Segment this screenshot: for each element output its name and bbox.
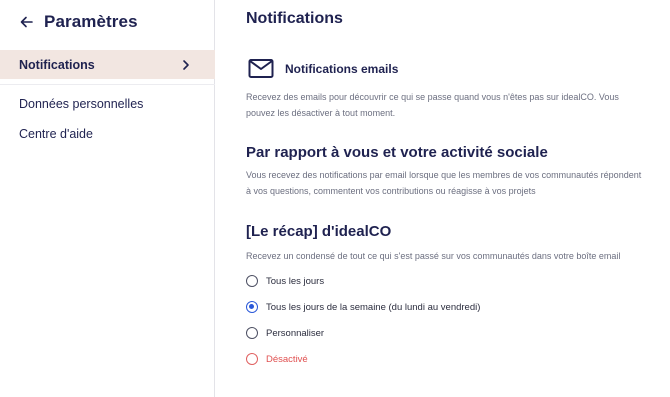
- email-notifications-header: Notifications emails: [248, 58, 398, 80]
- radio-label: Personnaliser: [266, 327, 325, 339]
- sidebar-item-notifications[interactable]: Notifications: [0, 50, 215, 79]
- page-title: Notifications: [246, 10, 343, 27]
- back-arrow-icon[interactable]: [20, 15, 34, 29]
- radio-label: Tous les jours: [266, 275, 325, 287]
- sidebar-title: Paramètres: [44, 12, 138, 31]
- settings-sidebar: Paramètres Notifications Données personn…: [0, 0, 215, 397]
- social-activity-title: Par rapport à vous et votre activité soc…: [246, 144, 548, 161]
- envelope-icon: [248, 58, 275, 80]
- radio-option-daily[interactable]: Tous les jours: [246, 275, 324, 287]
- radio-option-custom[interactable]: Personnaliser: [246, 327, 324, 339]
- radio-button[interactable]: [246, 275, 258, 287]
- email-notifications-description: Recevez des emails pour découvrir ce qui…: [246, 92, 619, 118]
- sidebar-header: Paramètres: [20, 11, 138, 33]
- radio-button[interactable]: [246, 353, 258, 365]
- recap-title: [Le récap] d'idealCO: [246, 223, 392, 240]
- social-activity-description: Vous recevez des notifications par email…: [246, 170, 642, 196]
- radio-label: Désactivé: [266, 353, 308, 365]
- radio-label: Tous les jours de la semaine (du lundi a…: [266, 301, 481, 313]
- sidebar-item-label: Notifications: [19, 57, 95, 72]
- radio-button[interactable]: [246, 327, 258, 339]
- sidebar-item-personal-data[interactable]: Données personnelles: [19, 97, 143, 111]
- recap-description: Recevez un condensé de tout ce qui s'est…: [246, 251, 621, 261]
- radio-button-selected[interactable]: [246, 301, 258, 313]
- sidebar-divider: [0, 84, 215, 85]
- sidebar-item-help-center[interactable]: Centre d'aide: [19, 127, 93, 141]
- email-notifications-label: Notifications emails: [285, 62, 399, 76]
- radio-option-weekdays[interactable]: Tous les jours de la semaine (du lundi a…: [246, 301, 480, 313]
- radio-option-disabled[interactable]: Désactivé: [246, 353, 308, 365]
- chevron-right-icon: [182, 58, 190, 70]
